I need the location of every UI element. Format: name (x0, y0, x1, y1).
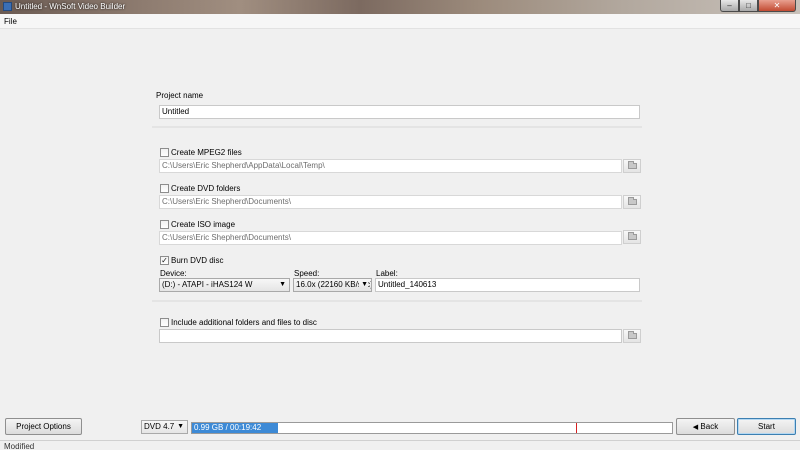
dvd-folders-browse-button[interactable] (623, 195, 641, 209)
folder-icon (627, 232, 637, 240)
chevron-down-icon: ▼ (177, 423, 184, 430)
project-options-button[interactable]: Project Options (5, 418, 82, 435)
maximize-button[interactable]: □ (739, 0, 758, 12)
mpeg2-label: Create MPEG2 files (171, 148, 242, 157)
folder-icon (627, 331, 637, 339)
project-name-input[interactable]: Untitled (159, 105, 640, 119)
mpeg2-browse-button[interactable] (623, 159, 641, 173)
back-label: Back (700, 422, 719, 431)
project-name-label: Project name (156, 91, 204, 100)
additional-files-checkbox[interactable] (160, 318, 169, 327)
device-label: Device: (160, 269, 187, 278)
disc-capacity-bar: 0.99 GB / 00:19:42 (191, 422, 673, 434)
iso-checkbox[interactable] (160, 220, 169, 229)
window-title: Untitled - WnSoft Video Builder (15, 2, 126, 11)
additional-files-path-input[interactable] (159, 329, 622, 343)
chevron-down-icon: ▼ (359, 281, 368, 289)
capacity-text: 0.99 GB / 00:19:42 (194, 423, 262, 432)
folder-icon (627, 197, 637, 205)
chevron-down-icon: ▼ (279, 281, 286, 288)
divider (152, 300, 642, 302)
disc-type-select[interactable]: DVD 4.7 ▼ (141, 420, 188, 434)
disc-label-input[interactable]: Untitled_140613 (375, 278, 640, 292)
mpeg2-checkbox[interactable] (160, 148, 169, 157)
iso-browse-button[interactable] (623, 230, 641, 244)
iso-path-input[interactable]: C:\Users\Eric Shepherd\Documents\ (159, 231, 622, 245)
capacity-limit-marker (576, 423, 577, 433)
additional-files-browse-button[interactable] (623, 329, 641, 343)
additional-files-label: Include additional folders and files to … (171, 318, 317, 327)
folder-icon (627, 161, 637, 169)
speed-select[interactable]: 16.0x (22160 KB/sec) ▼ (293, 278, 372, 292)
status-text: Modified (4, 442, 35, 450)
burn-dvd-checkbox[interactable]: ✓ (160, 256, 169, 265)
dvd-folders-checkbox[interactable] (160, 184, 169, 193)
title-bar: Untitled - WnSoft Video Builder – □ ✕ (0, 0, 800, 14)
iso-label: Create ISO image (171, 220, 236, 229)
back-arrow-icon: ◀ (692, 424, 699, 431)
video-builder-app-icon (3, 2, 12, 11)
mpeg2-path-input[interactable]: C:\Users\Eric Shepherd\AppData\Local\Tem… (159, 159, 622, 173)
back-button[interactable]: ◀ Back (676, 418, 735, 435)
device-value: (D:) - ATAPI - iHAS124 W (162, 280, 253, 289)
start-button[interactable]: Start (737, 418, 796, 435)
window-controls: – □ ✕ (720, 0, 796, 12)
device-select[interactable]: (D:) - ATAPI - iHAS124 W ▼ (159, 278, 290, 292)
dvd-folders-path-input[interactable]: C:\Users\Eric Shepherd\Documents\ (159, 195, 622, 209)
menu-item-file[interactable]: File (4, 17, 17, 26)
menu-bar: File (0, 14, 800, 29)
status-bar: Modified (0, 440, 800, 450)
minimize-button[interactable]: – (720, 0, 739, 12)
speed-label: Speed: (294, 269, 320, 278)
disc-label-label: Label: (376, 269, 398, 278)
divider (152, 126, 642, 128)
burn-dvd-label: Burn DVD disc (171, 256, 224, 265)
close-button[interactable]: ✕ (758, 0, 796, 12)
dvd-folders-label: Create DVD folders (171, 184, 241, 193)
disc-type-value: DVD 4.7 (144, 422, 175, 431)
